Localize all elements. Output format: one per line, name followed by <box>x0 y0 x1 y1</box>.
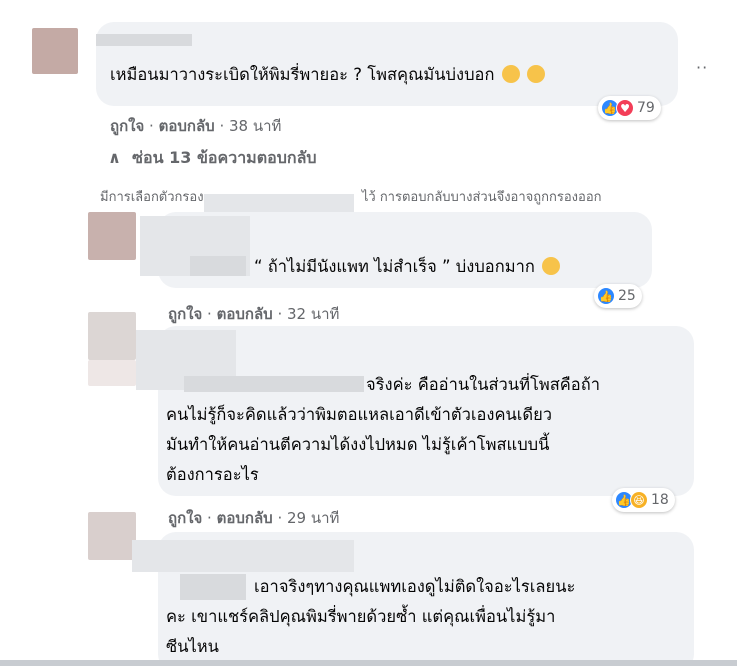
redacted-block <box>180 574 246 600</box>
comment-text-line: คนไม่รู้ก็จะคิดแล้วว่าพิมตอแหลเอาดีเข้าต… <box>166 405 553 424</box>
avatar[interactable] <box>32 28 78 74</box>
avatar-overlay <box>88 360 136 386</box>
comment-text: “ ถ้าไม่มีนังแพท ไม่สำเร็จ ” บ่งบอกมาก <box>254 252 561 282</box>
comment-text-line: เอาจริงๆทางคุณแพทเองดูไม่ติดใจอะไรเลยนะ <box>254 577 576 596</box>
love-icon: ♥ <box>616 99 634 117</box>
comment-text-line: คะ เขาแชร์คลิปคุณพิมรี่พายด้วยซ้ำ แต่คุณ… <box>166 607 556 626</box>
reply-link[interactable]: ตอบกลับ <box>217 305 273 323</box>
hide-replies-link[interactable]: ∧ ซ่อน 13 ข้อความตอบกลับ <box>108 146 317 171</box>
like-icon: 👍 <box>597 287 615 305</box>
comment-text-line: ซีนไหน <box>166 637 219 656</box>
comment-meta: ถูกใจ · ตอบกลับ · 29 นาที <box>168 509 340 527</box>
haha-icon: 😆 <box>630 491 648 509</box>
avatar[interactable] <box>88 212 136 260</box>
reaction-summary[interactable]: 👍 25 <box>594 284 642 308</box>
grinning-face-icon <box>501 64 520 83</box>
grinning-face-icon <box>526 64 545 83</box>
grinning-face-icon <box>542 256 561 275</box>
like-link[interactable]: ถูกใจ <box>110 117 144 135</box>
comment-text-line: ต้องการอะไร <box>166 465 259 484</box>
avatar[interactable] <box>88 312 136 360</box>
more-options-icon[interactable]: ·· <box>696 58 708 77</box>
scrollbar[interactable] <box>0 660 737 666</box>
comment-meta: ถูกใจ · ตอบกลับ · 38 นาที <box>110 117 282 135</box>
timestamp[interactable]: 29 นาที <box>287 509 339 527</box>
comment-text-line: จริงค่ะ คืออ่านในส่วนที่โพสคือถ้า <box>366 375 600 394</box>
like-link[interactable]: ถูกใจ <box>168 305 202 323</box>
like-link[interactable]: ถูกใจ <box>168 509 202 527</box>
comment-meta: ถูกใจ · ตอบกลับ · 32 นาที <box>168 305 340 323</box>
chevron-up-icon: ∧ <box>108 148 121 167</box>
reaction-summary[interactable]: 👍 😆 18 <box>612 488 675 512</box>
reaction-summary[interactable]: 👍 ♥ 79 <box>598 96 661 120</box>
reply-link[interactable]: ตอบกลับ <box>217 509 273 527</box>
avatar[interactable] <box>88 512 136 560</box>
redacted-block <box>184 376 364 392</box>
comment-text-line: มันทำให้คนอ่านตีความได้งงไปหมด ไม่รู้เค้… <box>166 435 550 454</box>
comment-text: เหมือนมาวางระเบิดให้พิมรี่พายอะ ? โพสคุณ… <box>110 60 545 90</box>
redacted-block <box>190 256 246 276</box>
reply-link[interactable]: ตอบกลับ <box>159 117 215 135</box>
timestamp[interactable]: 38 นาที <box>229 117 281 135</box>
timestamp[interactable]: 32 นาที <box>287 305 339 323</box>
redacted-name <box>96 34 192 46</box>
redacted-name <box>132 540 354 572</box>
